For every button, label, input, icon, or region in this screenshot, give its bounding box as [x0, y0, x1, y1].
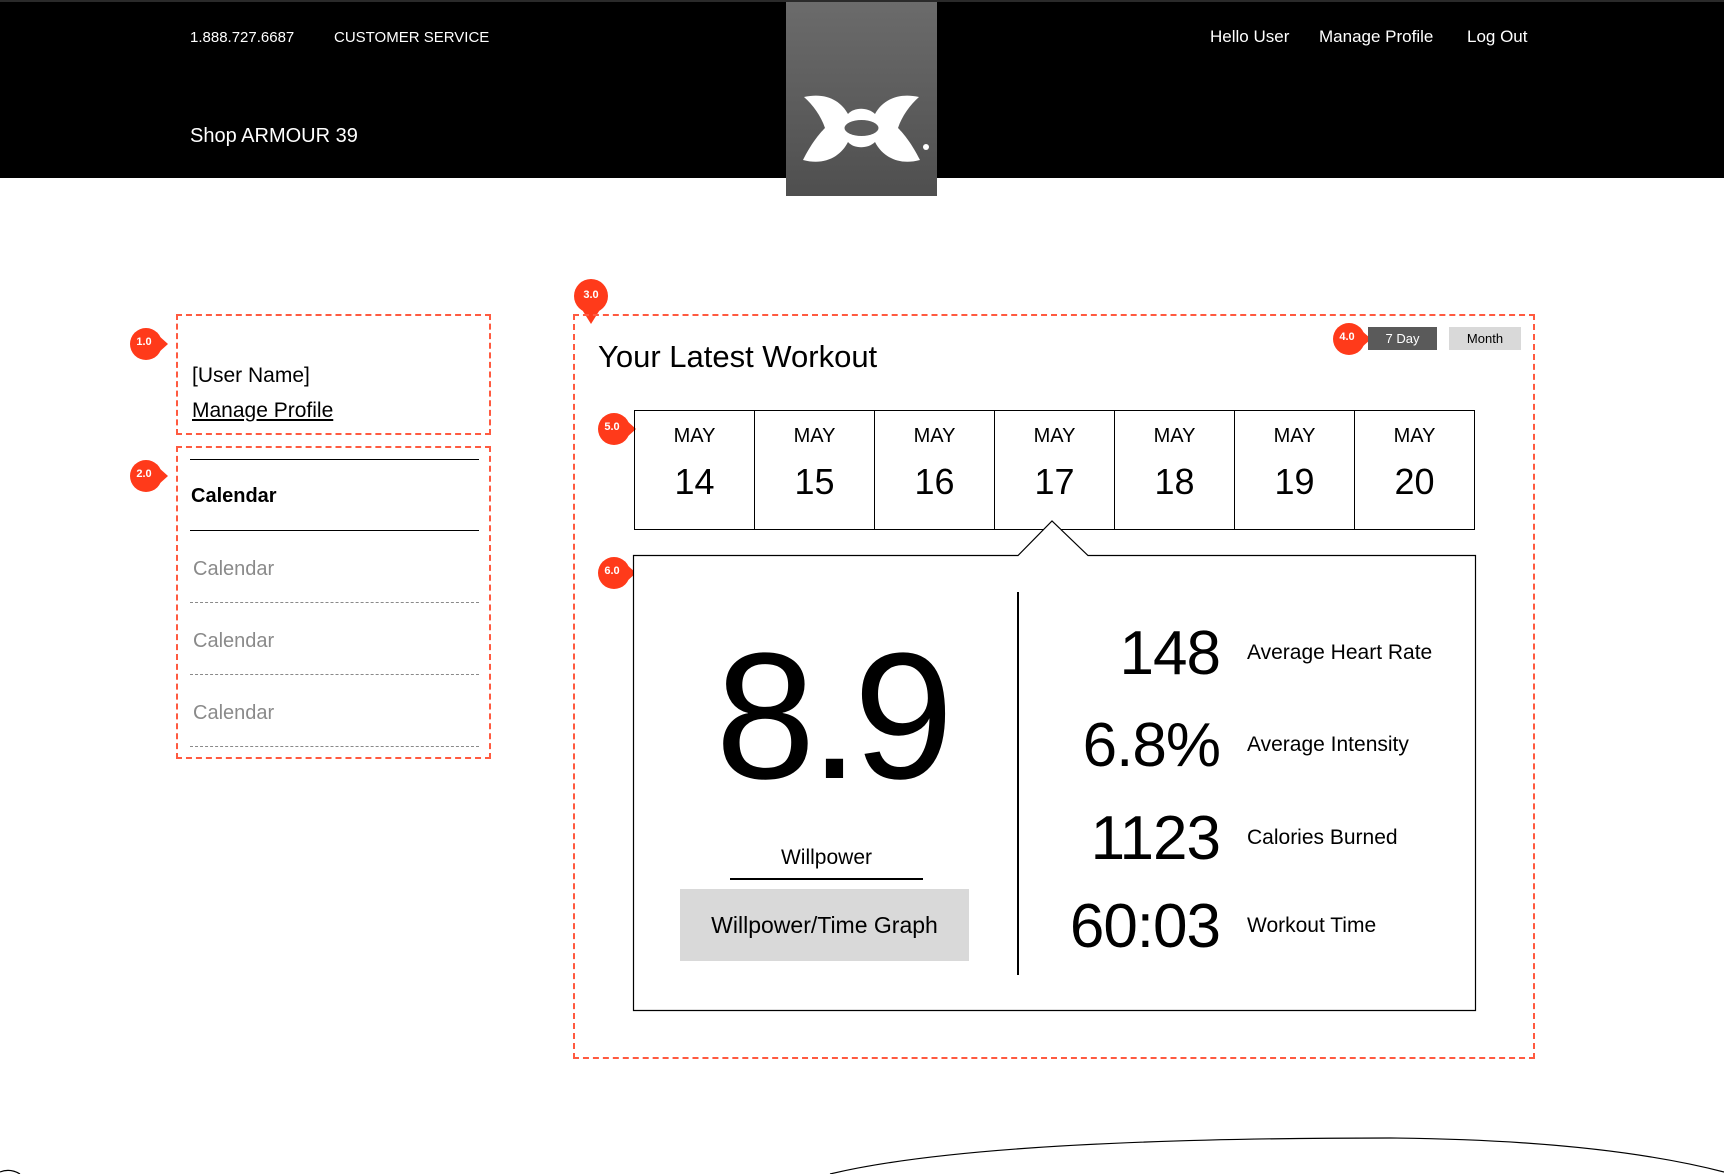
calories-value: 1123 [1090, 804, 1221, 873]
date-day: 15 [794, 461, 835, 502]
calories-label: Calories Burned [1247, 826, 1398, 849]
date-cell[interactable]: MAY 19 [1235, 411, 1355, 529]
date-day: 20 [1394, 461, 1435, 502]
date-cell-selected[interactable]: MAY 17 [995, 411, 1115, 529]
willpower-graph-button[interactable]: Willpower/Time Graph [680, 889, 969, 961]
user-name: [User Name] [192, 364, 310, 387]
date-cell[interactable]: MAY 18 [1115, 411, 1235, 529]
customer-service-link[interactable]: CUSTOMER SERVICE [334, 29, 489, 46]
hello-user-text: Hello User [1210, 27, 1290, 46]
annotation-label: 1.0 [136, 336, 152, 348]
shop-armour-link[interactable]: Shop ARMOUR 39 [190, 125, 358, 148]
intensity-value: 6.8% [1082, 711, 1221, 780]
heart-rate-value: 148 [1119, 619, 1221, 688]
nav-divider [190, 530, 479, 531]
annotation-label: 5.0 [604, 421, 620, 433]
manage-profile-link-sidebar[interactable]: Manage Profile [192, 399, 333, 423]
date-day: 14 [674, 461, 715, 502]
date-month: MAY [1033, 425, 1076, 447]
nav-divider [190, 602, 479, 603]
nav-item-calendar[interactable]: Calendar [193, 558, 274, 581]
nav-divider [190, 674, 479, 675]
brand-logo[interactable] [786, 2, 937, 196]
annotation-marker-4: 4.0 [1331, 321, 1371, 357]
willpower-underline [730, 878, 923, 880]
annotation-marker-5: 5.0 [596, 411, 636, 447]
intensity-label: Average Intensity [1247, 733, 1409, 756]
date-cell[interactable]: MAY 16 [875, 411, 995, 529]
date-cell[interactable]: MAY 20 [1355, 411, 1474, 529]
date-selector: MAY 14 MAY 15 MAY 16 MAY 17 MAY 18 MAY 1… [634, 410, 1475, 530]
date-month: MAY [1153, 425, 1196, 447]
toggle-month[interactable]: Month [1449, 327, 1521, 350]
under-armour-logo-icon [803, 95, 929, 162]
date-day: 18 [1154, 461, 1195, 502]
manage-profile-link[interactable]: Manage Profile [1319, 27, 1433, 47]
date-month: MAY [793, 425, 836, 447]
annotation-label: 2.0 [136, 468, 152, 480]
heart-rate-label: Average Heart Rate [1247, 641, 1433, 664]
annotation-marker-1: 1.0 [128, 326, 168, 362]
date-month: MAY [673, 425, 716, 447]
willpower-score: 8.9 [715, 616, 953, 817]
date-cell[interactable]: MAY 14 [635, 411, 755, 529]
footer-curve [0, 1137, 1724, 1174]
willpower-label: Willpower [780, 846, 872, 869]
annotation-marker-2: 2.0 [128, 458, 168, 494]
workout-time-label: Workout Time [1247, 914, 1377, 937]
annotation-label: 6.0 [604, 565, 620, 577]
date-day: 19 [1274, 461, 1315, 502]
nav-divider [190, 746, 479, 747]
annotation-label: 3.0 [583, 289, 599, 301]
logout-link[interactable]: Log Out [1467, 27, 1528, 47]
annotation-label: 4.0 [1339, 331, 1355, 343]
nav-divider [190, 459, 479, 460]
annotation-marker-6: 6.0 [596, 555, 636, 591]
toggle-7-day[interactable]: 7 Day [1368, 327, 1437, 350]
workout-title: Your Latest Workout [598, 339, 878, 374]
date-month: MAY [1393, 425, 1436, 447]
workout-time-value: 60:03 [1069, 892, 1221, 961]
date-month: MAY [913, 425, 956, 447]
nav-item-calendar-active[interactable]: Calendar [191, 485, 277, 508]
nav-item-calendar[interactable]: Calendar [193, 702, 274, 725]
detail-divider [1017, 592, 1019, 975]
profile-panel: [User Name] Manage Profile [176, 314, 491, 435]
phone-number[interactable]: 1.888.727.6687 [190, 29, 294, 46]
date-cell[interactable]: MAY 15 [755, 411, 875, 529]
nav-item-calendar[interactable]: Calendar [193, 630, 274, 653]
date-day: 17 [1034, 461, 1075, 502]
date-day: 16 [914, 461, 955, 502]
date-month: MAY [1273, 425, 1316, 447]
